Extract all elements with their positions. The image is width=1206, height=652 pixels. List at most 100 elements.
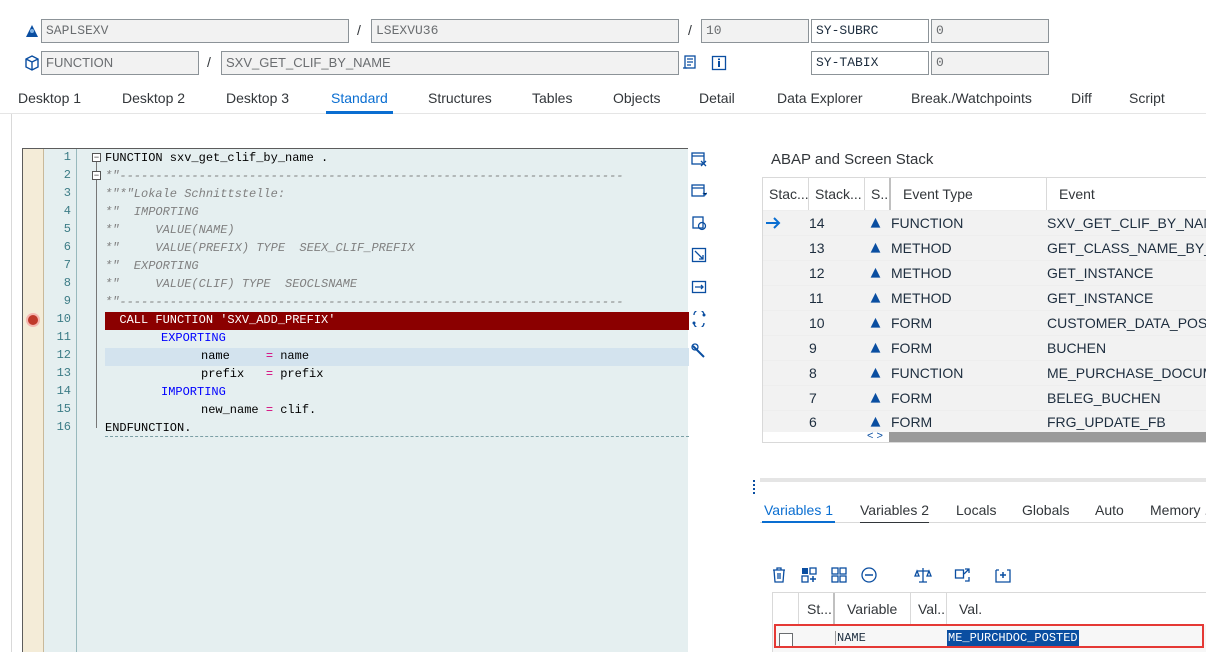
tab-variables-2[interactable]: Variables 2	[860, 502, 930, 523]
event-name: GET_INSTANCE	[1047, 265, 1154, 281]
program-icon	[870, 342, 881, 353]
close-tool-icon[interactable]	[691, 151, 707, 167]
program-icon	[870, 416, 881, 427]
column-header-stack-level[interactable]: Stac...	[763, 178, 809, 210]
line-number: 14	[56, 384, 71, 398]
stack-row[interactable]: 8 FUNCTION ME_PURCHASE_DOCUMENT_POST	[763, 360, 1206, 385]
swap-tool-icon[interactable]	[691, 279, 707, 295]
column-header-value-type[interactable]: Val...	[911, 593, 947, 625]
stack-row[interactable]: 10 FORM CUSTOMER_DATA_POST	[763, 310, 1206, 335]
stack-level: 12	[809, 265, 825, 281]
event-type: METHOD	[891, 265, 952, 281]
tab-globals[interactable]: Globals	[1022, 502, 1069, 518]
tab-desktop-1[interactable]: Desktop 1	[18, 90, 81, 106]
services-tool-icon[interactable]	[691, 311, 707, 327]
program-icon	[870, 392, 881, 403]
cube-icon	[25, 55, 39, 71]
breakpoint-gutter[interactable]	[23, 149, 44, 652]
splitter-handle[interactable]	[753, 480, 755, 494]
tab-locals[interactable]: Locals	[956, 502, 996, 518]
line-number: 16	[56, 420, 71, 434]
stack-row[interactable]: 9 FORM BUCHEN	[763, 335, 1206, 360]
line-number: 11	[56, 330, 71, 344]
source-code-editor[interactable]: 1 2 3 4 5 6 7 8 9 10 11 12 13 14 15 16 −…	[22, 148, 689, 652]
line-number: 13	[56, 366, 71, 380]
line-number-field[interactable]: 10	[701, 19, 809, 43]
compare-icon[interactable]	[954, 566, 972, 584]
column-header-variable[interactable]: Variable	[835, 593, 911, 625]
code-line-8: *" VALUE(CLIF) TYPE SEOCLSNAME	[105, 277, 358, 291]
program-icon	[26, 25, 38, 37]
system-variable-field-1[interactable]: SY-SUBRC	[811, 19, 929, 43]
tab-variables-1[interactable]: Variables 1	[761, 502, 836, 523]
grid-icon[interactable]	[830, 566, 848, 584]
tab-auto[interactable]: Auto	[1095, 502, 1124, 518]
stack-level: 6	[809, 414, 817, 430]
stack-row[interactable]: 6 FORM FRG_UPDATE_FB	[763, 410, 1206, 432]
column-header-status[interactable]: S...	[865, 178, 891, 210]
abap-stack-table[interactable]: Stac... Stack... S... Event Type Event 1…	[762, 177, 1206, 443]
panel-border	[11, 114, 12, 652]
column-header-event[interactable]: Event	[1047, 178, 1206, 210]
program-name-field[interactable]: SAPLSEXV	[41, 19, 349, 43]
info-icon[interactable]	[711, 55, 727, 71]
maximize-tool-icon[interactable]	[691, 247, 707, 263]
tab-data-explorer[interactable]: Data Explorer	[777, 90, 863, 106]
include-name-field[interactable]: LSEXVU36	[371, 19, 679, 43]
replace-tool-icon[interactable]	[691, 215, 707, 231]
event-name-field[interactable]: SXV_GET_CLIF_BY_NAME	[221, 51, 679, 75]
delete-icon[interactable]	[770, 566, 788, 584]
new-tool-icon[interactable]	[691, 183, 707, 199]
fold-line	[96, 300, 97, 428]
balance-icon[interactable]	[914, 566, 932, 584]
column-header-event-type[interactable]: Event Type	[891, 178, 1047, 210]
stack-level: 8	[809, 365, 817, 381]
fold-toggle[interactable]: −	[92, 171, 101, 180]
stack-level: 7	[809, 390, 817, 406]
event-name: FRG_UPDATE_FB	[1047, 414, 1166, 430]
scroll-arrows[interactable]: < >	[867, 430, 883, 442]
tab-detail[interactable]: Detail	[699, 90, 735, 106]
column-header-stack-depth[interactable]: Stack...	[809, 178, 865, 210]
wrench-icon[interactable]	[691, 343, 707, 359]
event-name: CUSTOMER_DATA_POST	[1047, 315, 1206, 331]
stack-row[interactable]: 7 FORM BELEG_BUCHEN	[763, 385, 1206, 410]
insert-variables-icon[interactable]	[800, 566, 818, 584]
tab-script[interactable]: Script	[1129, 90, 1165, 106]
splitter-bar[interactable]	[760, 478, 1206, 482]
tab-break-watchpoints[interactable]: Break./Watchpoints	[911, 90, 1032, 106]
system-value-field-2[interactable]: 0	[931, 51, 1049, 75]
line-number: 10	[56, 312, 71, 326]
stack-row[interactable]: 11 METHOD GET_INSTANCE	[763, 285, 1206, 310]
event-name: GET_INSTANCE	[1047, 290, 1154, 306]
code-line-15: new_name = clif.	[201, 403, 317, 417]
column-header-value[interactable]: Val.	[947, 593, 1206, 625]
stack-row[interactable]: 12 METHOD GET_INSTANCE	[763, 260, 1206, 285]
tab-tables[interactable]: Tables	[532, 90, 572, 106]
horizontal-scrollbar[interactable]	[889, 432, 1206, 442]
system-value-field-1[interactable]: 0	[931, 19, 1049, 43]
fold-toggle[interactable]: −	[92, 153, 101, 162]
tab-memory[interactable]: Memory ...	[1150, 502, 1206, 518]
add-watch-icon[interactable]	[994, 566, 1012, 584]
tab-objects[interactable]: Objects	[613, 90, 660, 106]
breakpoint-icon[interactable]	[26, 313, 40, 327]
event-type-field[interactable]: FUNCTION	[41, 51, 199, 75]
column-header-status[interactable]: St...	[799, 593, 835, 625]
line-number: 5	[63, 222, 71, 236]
remove-icon[interactable]	[860, 566, 878, 584]
tab-standard[interactable]: Standard	[326, 90, 393, 114]
line-number: 1	[63, 150, 71, 164]
stack-row[interactable]: 13 METHOD GET_CLASS_NAME_BY_INTERFACE	[763, 235, 1206, 260]
line-number: 8	[63, 276, 71, 290]
display-source-icon[interactable]	[682, 55, 698, 71]
tab-desktop-2[interactable]: Desktop 2	[122, 90, 185, 106]
tab-structures[interactable]: Structures	[428, 90, 492, 106]
tab-desktop-3[interactable]: Desktop 3	[226, 90, 289, 106]
system-variable-field-2[interactable]: SY-TABIX	[811, 51, 929, 75]
code-line-7: *" EXPORTING	[105, 259, 199, 273]
stack-row[interactable]: 14 FUNCTION SXV_GET_CLIF_BY_NAME	[763, 210, 1206, 235]
event-type: FORM	[891, 390, 933, 406]
tab-diff[interactable]: Diff	[1071, 90, 1092, 106]
stack-level: 11	[809, 290, 824, 306]
